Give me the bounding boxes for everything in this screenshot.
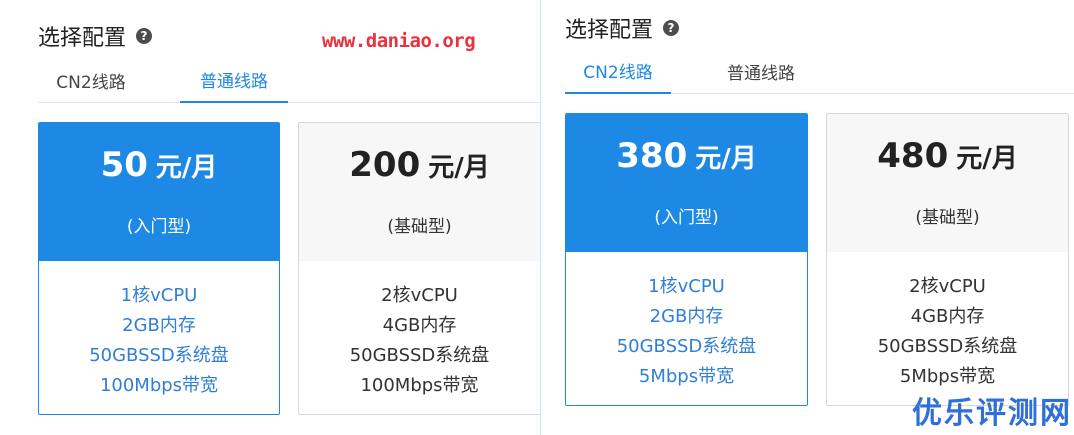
spec-disk: 50GBSSD系统盘 xyxy=(877,336,1018,357)
line-tabs: CN2线路 普通线路 xyxy=(38,57,540,103)
plan-price: 380 元/月 xyxy=(616,139,756,173)
section-heading: 选择配置 ? xyxy=(565,12,680,44)
price-amount: 480 xyxy=(877,135,949,176)
spec-memory: 4GB内存 xyxy=(382,315,457,336)
spec-cpu: 1核vCPU xyxy=(648,276,725,297)
spec-disk: 50GBSSD系统盘 xyxy=(89,345,229,366)
spec-disk: 50GBSSD系统盘 xyxy=(349,345,490,366)
watermark-logo: 优乐评测网 xyxy=(912,396,1072,431)
plan-tier: (基础型) xyxy=(915,207,980,228)
plan-card-starter[interactable]: 380 元/月 (入门型) 1核vCPU 2GB内存 50GBSSD系统盘 5Mb… xyxy=(565,113,808,406)
price-unit: 元/月 xyxy=(428,152,490,183)
screenshot-root: 选择配置 ? CN2线路 普通线路 50 元/月 (入门型) 1核vCPU 2GB… xyxy=(0,0,1074,435)
plan-price: 480 元/月 xyxy=(877,139,1017,173)
plan-card-basic[interactable]: 200 元/月 (基础型) 2核vCPU 4GB内存 50GBSSD系统盘 100… xyxy=(298,122,540,415)
spec-cpu: 2核vCPU xyxy=(909,276,986,297)
heading-text: 选择配置 xyxy=(38,26,127,51)
plan-card-starter[interactable]: 50 元/月 (入门型) 1核vCPU 2GB内存 50GBSSD系统盘 100M… xyxy=(38,122,280,415)
price-unit: 元/月 xyxy=(695,143,757,174)
plan-price: 50 元/月 xyxy=(101,148,218,182)
plan-card-header: 200 元/月 (基础型) xyxy=(299,123,540,261)
plan-specs: 2核vCPU 4GB内存 50GBSSD系统盘 100Mbps带宽 xyxy=(299,261,540,401)
plan-tier: (入门型) xyxy=(126,216,192,237)
spec-memory: 2GB内存 xyxy=(649,306,724,327)
plan-tier: (基础型) xyxy=(387,216,452,237)
price-unit: 元/月 xyxy=(956,143,1018,174)
tab-cn2-line[interactable]: CN2线路 xyxy=(565,48,671,94)
price-amount: 380 xyxy=(616,135,688,176)
spec-disk: 50GBSSD系统盘 xyxy=(616,336,757,357)
spec-bandwidth: 5Mbps带宽 xyxy=(638,366,735,387)
heading-text: 选择配置 xyxy=(565,18,654,43)
plan-card-header: 50 元/月 (入门型) xyxy=(39,123,279,261)
line-tabs: CN2线路 普通线路 xyxy=(565,48,1074,94)
price-unit: 元/月 xyxy=(155,152,218,183)
help-icon[interactable]: ? xyxy=(663,20,680,36)
spec-bandwidth: 100Mbps带宽 xyxy=(360,375,479,396)
config-panel-left: 选择配置 ? CN2线路 普通线路 50 元/月 (入门型) 1核vCPU 2GB… xyxy=(0,0,540,435)
spec-cpu: 2核vCPU xyxy=(381,285,458,306)
plan-card-header: 480 元/月 (基础型) xyxy=(827,114,1068,252)
spec-bandwidth: 100Mbps带宽 xyxy=(99,375,219,396)
plan-specs: 1核vCPU 2GB内存 50GBSSD系统盘 5Mbps带宽 xyxy=(566,252,807,392)
section-heading: 选择配置 ? xyxy=(38,20,153,52)
watermark-url: www.daniao.org xyxy=(322,30,476,52)
plan-price: 200 元/月 xyxy=(349,148,489,182)
tab-cn2-line[interactable]: CN2线路 xyxy=(38,57,144,103)
plan-specs: 1核vCPU 2GB内存 50GBSSD系统盘 100Mbps带宽 xyxy=(39,261,279,401)
tab-normal-line[interactable]: 普通线路 xyxy=(707,48,815,94)
price-amount: 50 xyxy=(100,144,148,185)
plan-card-header: 380 元/月 (入门型) xyxy=(566,114,807,252)
price-amount: 200 xyxy=(349,144,421,185)
help-icon[interactable]: ? xyxy=(136,28,153,44)
plan-card-basic[interactable]: 480 元/月 (基础型) 2核vCPU 4GB内存 50GBSSD系统盘 5Mb… xyxy=(826,113,1069,406)
spec-cpu: 1核vCPU xyxy=(120,285,198,306)
plan-tier: (入门型) xyxy=(654,207,719,228)
tab-normal-line[interactable]: 普通线路 xyxy=(180,57,288,103)
config-panel-right: 选择配置 ? CN2线路 普通线路 380 元/月 (入门型) 1核vCPU 2G… xyxy=(540,0,1074,435)
plan-specs: 2核vCPU 4GB内存 50GBSSD系统盘 5Mbps带宽 xyxy=(827,252,1068,392)
spec-memory: 4GB内存 xyxy=(910,306,985,327)
spec-memory: 2GB内存 xyxy=(122,315,196,336)
